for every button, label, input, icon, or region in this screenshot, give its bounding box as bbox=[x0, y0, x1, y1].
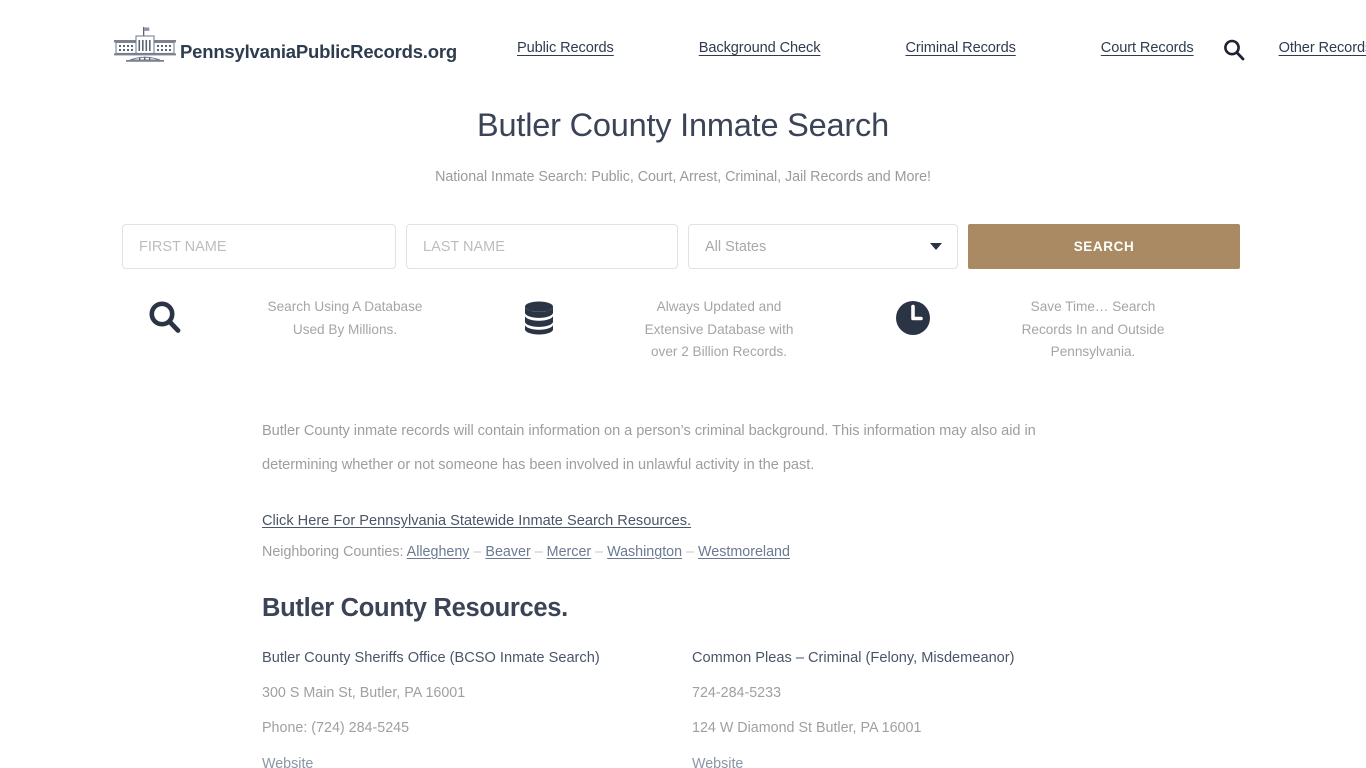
feature-line-2: Records In and Outside bbox=[1021, 321, 1165, 337]
page-title: Butler County Inmate Search bbox=[477, 107, 889, 143]
feature-line-1: Save Time… Search bbox=[1030, 299, 1156, 314]
site-logo[interactable]: PennsylvaniaPublicRecords.org bbox=[112, 26, 457, 66]
database-icon bbox=[525, 301, 553, 335]
resource-website-link[interactable]: Website bbox=[262, 756, 313, 768]
nav-item-public-records[interactable]: Public Records bbox=[517, 40, 614, 56]
last-name-input[interactable] bbox=[406, 224, 678, 269]
neighboring-counties: Neighboring Counties: Allegheny – Beaver – M… bbox=[262, 544, 1062, 560]
chevron-down-icon bbox=[930, 243, 942, 250]
resource-phone: 724-284-5233 bbox=[692, 685, 782, 701]
search-icon[interactable] bbox=[1222, 38, 1246, 62]
resource-address: 300 S Main St, Butler, PA 16001 bbox=[262, 685, 466, 701]
feature-line-2: Extensive Database with bbox=[644, 321, 794, 337]
neighbor-separator: – bbox=[595, 544, 604, 560]
feature-icon-wrapper bbox=[496, 296, 582, 338]
site-header: PennsylvaniaPublicRecords.org Public Rec… bbox=[0, 0, 1366, 92]
feature-line-3: Pennsylvania. bbox=[1050, 344, 1136, 359]
intro-paragraph-line-1: Butler County inmate records will contai… bbox=[262, 423, 1036, 439]
neighbor-link-mercer[interactable]: Mercer bbox=[547, 544, 591, 560]
statewide-resources-link[interactable]: Click Here For Pennsylvania Statewide In… bbox=[262, 513, 691, 529]
resource-title: Common Pleas – Criminal (Felony, Misdeme… bbox=[692, 650, 1015, 666]
feature-text-database-search: Search Using A Database Used By Millions… bbox=[208, 296, 496, 341]
resources-heading: Butler County Resources. bbox=[262, 594, 568, 622]
nav-item-criminal-records[interactable]: Criminal Records bbox=[905, 40, 1015, 56]
resource-address: 124 W Diamond St Butler, PA 16001 bbox=[692, 720, 922, 736]
resource-phone: Phone: (724) 284-5245 bbox=[262, 720, 410, 736]
feature-line-3: over 2 Billion Records. bbox=[651, 344, 787, 359]
intro-paragraph: Butler County inmate records will contai… bbox=[262, 415, 1062, 482]
neighbor-separator: – bbox=[534, 544, 543, 560]
clock-icon bbox=[896, 301, 930, 335]
neighbor-link-allegheny[interactable]: Allegheny bbox=[407, 544, 470, 560]
feature-text-save-time: Save Time… Search Records In and Outside… bbox=[956, 296, 1244, 364]
state-select-value: All States bbox=[705, 238, 767, 255]
feature-item-updated-database: Always Updated and Extensive Database wi… bbox=[496, 296, 870, 364]
feature-highlights: Search Using A Database Used By Millions… bbox=[122, 296, 1244, 364]
neighboring-counties-label: Neighboring Counties: bbox=[262, 544, 404, 560]
neighbor-link-westmoreland[interactable]: Westmoreland bbox=[698, 544, 790, 560]
neighbor-link-washington[interactable]: Washington bbox=[607, 544, 682, 560]
resources-columns: Butler County Sheriffs Office (BCSO Inma… bbox=[262, 650, 1062, 768]
feature-icon-wrapper bbox=[122, 296, 208, 338]
neighbor-link-beaver[interactable]: Beaver bbox=[485, 544, 530, 560]
nav-item-background-check[interactable]: Background Check bbox=[699, 40, 821, 56]
resource-column-sheriffs-office: Butler County Sheriffs Office (BCSO Inma… bbox=[262, 650, 692, 768]
feature-item-database-search: Search Using A Database Used By Millions… bbox=[122, 296, 496, 364]
feature-item-save-time: Save Time… Search Records In and Outside… bbox=[870, 296, 1244, 364]
logo-text: PennsylvaniaPublicRecords.org bbox=[180, 40, 457, 62]
feature-line-1: Search Using A Database bbox=[267, 299, 423, 314]
intro-paragraph-line-2: determining whether or not someone has b… bbox=[262, 456, 815, 473]
inmate-search-form: All States SEARCH bbox=[122, 224, 1244, 269]
feature-line-1: Always Updated and bbox=[656, 299, 782, 314]
page-subtitle: National Inmate Search: Public, Court, A… bbox=[435, 169, 931, 185]
feature-icon-wrapper bbox=[870, 296, 956, 338]
search-button[interactable]: SEARCH bbox=[968, 224, 1240, 269]
resource-title: Butler County Sheriffs Office (BCSO Inma… bbox=[262, 650, 600, 666]
nav-item-court-records[interactable]: Court Records bbox=[1101, 40, 1194, 56]
resource-column-common-pleas: Common Pleas – Criminal (Felony, Misdeme… bbox=[692, 650, 1062, 768]
resource-website-link[interactable]: Website bbox=[692, 756, 743, 768]
state-select[interactable]: All States bbox=[688, 224, 958, 269]
state-select-wrapper: All States bbox=[688, 224, 958, 269]
white-house-building-icon bbox=[114, 27, 176, 62]
page-root: PennsylvaniaPublicRecords.org Public Rec… bbox=[0, 0, 1366, 768]
nav-item-other-records[interactable]: Other Records bbox=[1279, 40, 1366, 56]
feature-line-2: Used By Millions. bbox=[292, 321, 398, 337]
neighbor-separator: – bbox=[473, 544, 482, 560]
feature-text-updated-database: Always Updated and Extensive Database wi… bbox=[582, 296, 870, 364]
neighbor-separator: – bbox=[686, 544, 695, 560]
article-content: Butler County inmate records will contai… bbox=[262, 415, 1062, 560]
first-name-input[interactable] bbox=[122, 224, 396, 269]
search-magnifier-icon bbox=[149, 301, 181, 333]
